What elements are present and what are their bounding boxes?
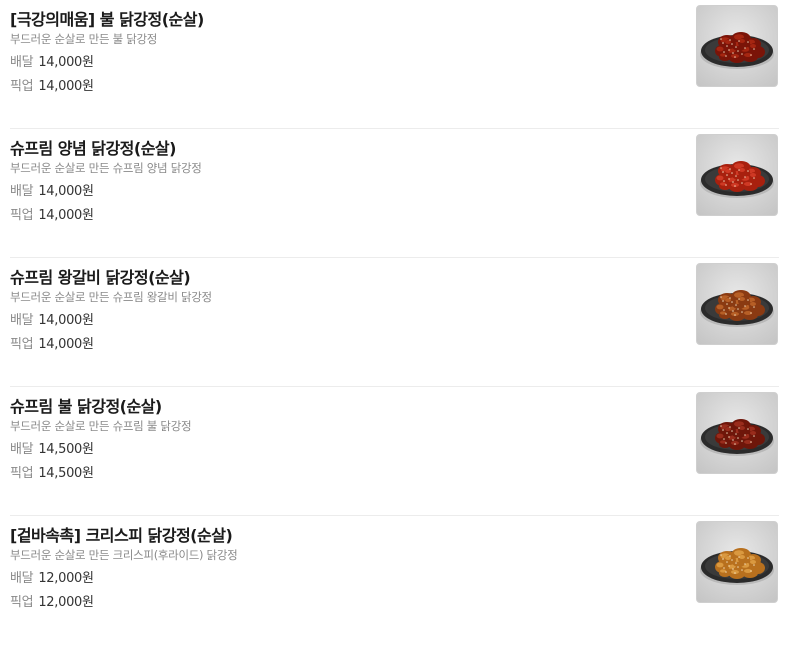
item-description: 부드러운 순살로 만든 슈프림 양념 닭강정 bbox=[10, 161, 202, 175]
pickup-price: 14,000원 bbox=[38, 337, 94, 352]
pickup-price-row: 픽업 12,000원 bbox=[10, 591, 94, 610]
pickup-label: 픽업 bbox=[10, 595, 34, 610]
delivery-price-row: 배달 14,500원 bbox=[10, 438, 94, 457]
delivery-price: 14,500원 bbox=[38, 442, 94, 457]
delivery-price-row: 배달 14,000원 bbox=[10, 51, 94, 70]
delivery-label: 배달 bbox=[10, 184, 34, 199]
delivery-price-row: 배달 12,000원 bbox=[10, 567, 94, 586]
seasoned-chicken-plate-image bbox=[700, 161, 774, 198]
crispy-chicken-plate-image bbox=[700, 548, 774, 585]
delivery-label: 배달 bbox=[10, 55, 34, 70]
pickup-price-row: 픽업 14,000원 bbox=[10, 75, 94, 94]
pickup-label: 픽업 bbox=[10, 337, 34, 352]
pickup-price: 12,000원 bbox=[38, 595, 94, 610]
item-image[interactable] bbox=[696, 134, 778, 216]
item-description: 부드러운 순살로 만든 슈프림 왕갈비 닭강정 bbox=[10, 290, 212, 304]
delivery-price-row: 배달 14,000원 bbox=[10, 309, 94, 328]
item-name: [겉바속촉] 크리스피 닭강정(순살) bbox=[10, 526, 233, 545]
menu-item[interactable]: [극강의매움] 불 닭강정(순살) 부드러운 순살로 만든 불 닭강정 배달 14… bbox=[10, 0, 779, 129]
delivery-price-row: 배달 14,000원 bbox=[10, 180, 94, 199]
menu-item[interactable]: 슈프림 불 닭강정(순살) 부드러운 순살로 만든 슈프림 불 닭강정 배달 14… bbox=[10, 387, 779, 516]
pickup-label: 픽업 bbox=[10, 466, 34, 481]
item-image[interactable] bbox=[696, 521, 778, 603]
galbi-chicken-plate-image bbox=[700, 290, 774, 327]
delivery-price: 14,000원 bbox=[38, 313, 94, 328]
pickup-price-row: 픽업 14,500원 bbox=[10, 462, 94, 481]
delivery-label: 배달 bbox=[10, 442, 34, 457]
delivery-price: 14,000원 bbox=[38, 184, 94, 199]
item-name: [극강의매움] 불 닭강정(순살) bbox=[10, 10, 204, 29]
item-image[interactable] bbox=[696, 263, 778, 345]
item-description: 부드러운 순살로 만든 불 닭강정 bbox=[10, 32, 158, 46]
menu-item[interactable]: [겉바속촉] 크리스피 닭강정(순살) 부드러운 순살로 만든 크리스피(후라이… bbox=[10, 516, 779, 645]
pickup-price-row: 픽업 14,000원 bbox=[10, 204, 94, 223]
pickup-price: 14,000원 bbox=[38, 208, 94, 223]
pickup-price-row: 픽업 14,000원 bbox=[10, 333, 94, 352]
item-image[interactable] bbox=[696, 392, 778, 474]
pickup-label: 픽업 bbox=[10, 79, 34, 94]
menu-item[interactable]: 슈프림 양념 닭강정(순살) 부드러운 순살로 만든 슈프림 양념 닭강정 배달… bbox=[10, 129, 779, 258]
item-description: 부드러운 순살로 만든 크리스피(후라이드) 닭강정 bbox=[10, 548, 238, 562]
item-image[interactable] bbox=[696, 5, 778, 87]
pickup-label: 픽업 bbox=[10, 208, 34, 223]
item-name: 슈프림 불 닭강정(순살) bbox=[10, 397, 162, 416]
menu-item[interactable]: 슈프림 왕갈비 닭강정(순살) 부드러운 순살로 만든 슈프림 왕갈비 닭강정 … bbox=[10, 258, 779, 387]
pickup-price: 14,500원 bbox=[38, 466, 94, 481]
item-name: 슈프림 양념 닭강정(순살) bbox=[10, 139, 176, 158]
delivery-label: 배달 bbox=[10, 571, 34, 586]
spicy-fire-chicken-plate-image bbox=[700, 32, 774, 69]
delivery-price: 12,000원 bbox=[38, 571, 94, 586]
delivery-label: 배달 bbox=[10, 313, 34, 328]
pickup-price: 14,000원 bbox=[38, 79, 94, 94]
item-description: 부드러운 순살로 만든 슈프림 불 닭강정 bbox=[10, 419, 192, 433]
supreme-fire-chicken-plate-image bbox=[700, 419, 774, 456]
delivery-price: 14,000원 bbox=[38, 55, 94, 70]
item-name: 슈프림 왕갈비 닭강정(순살) bbox=[10, 268, 191, 287]
